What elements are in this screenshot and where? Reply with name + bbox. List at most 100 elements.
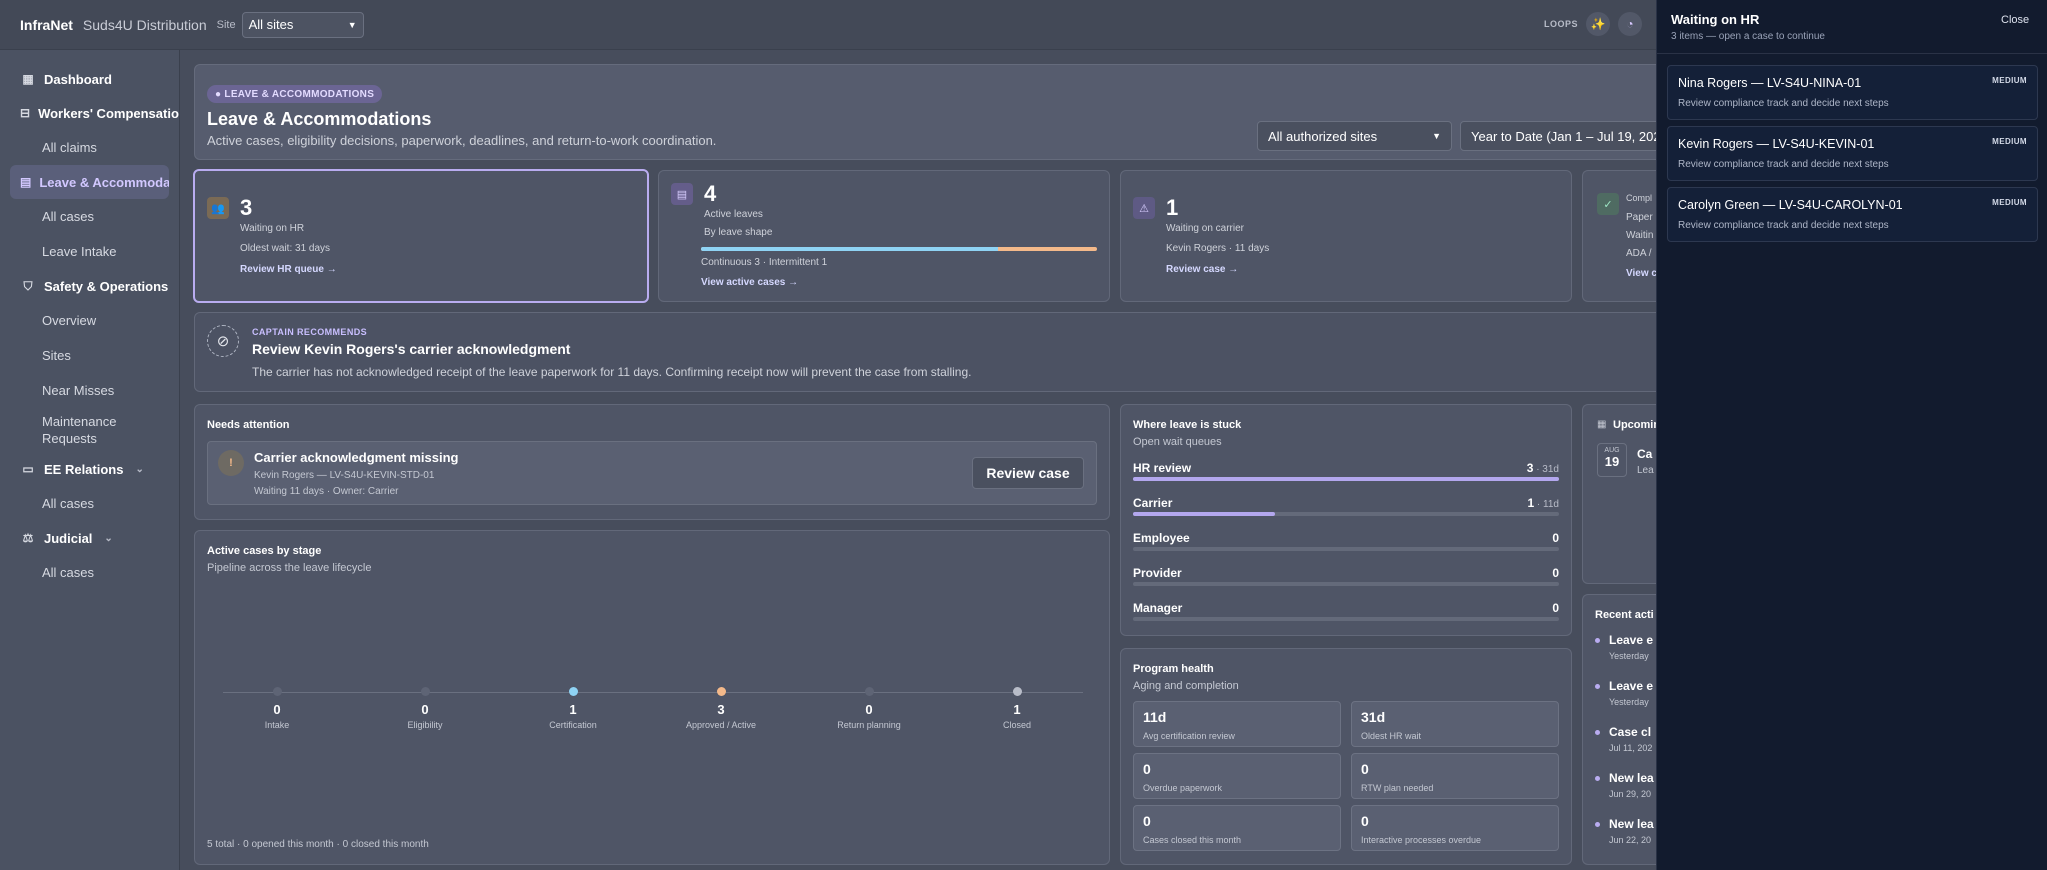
activity-dot — [1595, 638, 1600, 643]
priority-badge: MEDIUM — [1992, 76, 2027, 85]
kpi-card-waiting-on-hr[interactable]: 👥 3 Waiting on HR Oldest wait: 31 days R… — [193, 169, 649, 303]
kpi-detail: Waitin — [1626, 230, 1654, 241]
case-sub: Review compliance track and decide next … — [1678, 159, 1889, 170]
metric-label: RTW plan needed — [1361, 783, 1434, 793]
queue-row[interactable]: Provider 0 — [1133, 566, 1559, 586]
activity-dot — [1595, 822, 1600, 827]
kpi-detail: By leave shape — [704, 227, 773, 238]
pipeline-footer: 5 total · 0 opened this month · 0 closed… — [207, 839, 429, 850]
sidebar-item-judicial-all-cases[interactable]: All cases — [0, 555, 179, 590]
attention-item[interactable]: ! Carrier acknowledgment missing Kevin R… — [207, 441, 1097, 505]
section-title: Needs attention — [207, 419, 290, 431]
activity-item[interactable]: Case cl Jul 11, 202 — [1595, 725, 1662, 753]
stage-item: 3 Approved / Active — [671, 687, 771, 730]
kpi-detail: Paper — [1626, 212, 1653, 223]
book-icon: ▭ — [22, 462, 34, 476]
drawer-case-item[interactable]: Nina Rogers — LV-S4U-NINA-01 Review comp… — [1667, 65, 2038, 120]
review-case-button[interactable]: Review case — [972, 457, 1084, 489]
stage-dot — [716, 687, 726, 696]
health-metric: 11d Avg certification review — [1133, 701, 1341, 747]
stage-count: 1 — [569, 702, 577, 717]
divider — [1657, 53, 2047, 54]
metric-value: 11d — [1143, 709, 1167, 725]
stage-count: 0 — [273, 702, 281, 717]
stage-item: 1 Certification — [523, 687, 623, 730]
drawer-case-item[interactable]: Kevin Rogers — LV-S4U-KEVIN-01 Review co… — [1667, 126, 2038, 181]
stage-count: 3 — [717, 702, 725, 717]
upcoming-item-sub: Lea — [1637, 465, 1654, 476]
sidebar-item-safety-operations[interactable]: ⛉ Safety & Operations — [0, 269, 179, 303]
stage-item: 0 Eligibility — [375, 687, 475, 730]
activity-dot — [1595, 684, 1600, 689]
kpi-card-active-leaves[interactable]: ▤ 4 Active leaves By leave shape Continu… — [658, 170, 1110, 302]
sidebar-item-ee-relations[interactable]: ▭ EE Relations ⌄ — [0, 452, 179, 486]
sites-filter-value: All authorized sites — [1268, 128, 1378, 144]
metric-value: 31d — [1361, 709, 1386, 725]
view-compliance-link[interactable]: View c — [1626, 268, 1657, 279]
sidebar-item-ee-all-cases[interactable]: All cases — [0, 486, 179, 521]
metric-label: Oldest HR wait — [1361, 731, 1422, 741]
kpi-card-waiting-on-carrier[interactable]: ⚠ 1 Waiting on carrier Kevin Rogers · 11… — [1120, 170, 1572, 302]
queue-bar — [1133, 547, 1559, 551]
stage-label: Eligibility — [407, 720, 443, 730]
people-icon: 👥 — [207, 197, 229, 219]
drawer-case-item[interactable]: Carolyn Green — LV-S4U-CAROLYN-01 Review… — [1667, 187, 2038, 242]
queue-label: HR review — [1133, 461, 1192, 475]
activity-dot — [1595, 730, 1600, 735]
sparkle-icon[interactable]: ✨ — [1586, 12, 1610, 36]
sites-filter-select[interactable]: All authorized sites ▼ — [1257, 121, 1452, 151]
review-case-link[interactable]: Review case → — [1166, 264, 1238, 275]
sidebar-item-near-misses[interactable]: Near Misses — [0, 373, 179, 408]
queue-row[interactable]: HR review 3 · 31d — [1133, 461, 1559, 481]
sidebar-item-leave-intake[interactable]: Leave Intake — [0, 234, 179, 269]
clipboard-icon: ▤ — [671, 183, 693, 205]
attention-item-title: Carrier acknowledgment missing — [254, 450, 459, 465]
date-month: AUG — [1604, 447, 1620, 454]
queue-row[interactable]: Employee 0 — [1133, 531, 1559, 551]
activity-item[interactable]: Leave e Yesterday — [1595, 633, 1662, 661]
activity-item[interactable]: New lea Jun 29, 20 — [1595, 771, 1662, 799]
activity-date: Yesterday — [1609, 697, 1649, 707]
stage-item: 1 Closed — [967, 687, 1067, 730]
kpi-value: 4 — [704, 181, 717, 206]
activity-date: Yesterday — [1609, 651, 1649, 661]
timer-icon[interactable]: ◔ — [1618, 12, 1642, 36]
sidebar-item-workers-compensation[interactable]: ⊟ Workers' Compensation — [0, 96, 179, 130]
stage-label: Return planning — [837, 720, 901, 730]
stage-label: Approved / Active — [685, 720, 757, 730]
sidebar-item-all-claims[interactable]: All claims — [0, 130, 179, 165]
scales-icon: ⚖ — [22, 531, 34, 545]
kpi-card-compliance[interactable]: ✓ Compl Paper Waitin ADA / View c — [1582, 170, 1662, 302]
sidebar-item-judicial[interactable]: ⚖ Judicial ⌄ — [0, 521, 179, 555]
sidebar-item-maintenance-requests[interactable]: Maintenance Requests — [0, 408, 179, 452]
sidebar-item-label: Leave & Accommodations — [39, 174, 169, 190]
activity-item[interactable]: New lea Jun 22, 20 — [1595, 817, 1662, 845]
queue-bar — [1133, 617, 1559, 621]
kpi-detail: Oldest wait: 31 days — [240, 243, 331, 254]
sidebar-item-overview[interactable]: Overview — [0, 303, 179, 338]
queue-row[interactable]: Manager 0 — [1133, 601, 1559, 621]
upcoming-item-title[interactable]: Ca — [1637, 447, 1652, 461]
chevron-down-icon: ⌄ — [104, 532, 113, 544]
queue-row[interactable]: Carrier 1 · 11d — [1133, 496, 1559, 516]
kpi-label: Active leaves — [704, 209, 763, 220]
activity-dot — [1595, 776, 1600, 781]
close-button[interactable]: Close — [2001, 14, 2029, 26]
activity-item[interactable]: Leave e Yesterday — [1595, 679, 1662, 707]
check-circle-icon: ✓ — [1597, 193, 1619, 215]
pipeline-line — [223, 692, 1083, 693]
period-filter-select[interactable]: Year to Date (Jan 1 – Jul 19, 2026) — [1460, 121, 1665, 151]
kpi-detail: Kevin Rogers · 11 days — [1166, 243, 1270, 254]
queue-label: Manager — [1133, 601, 1183, 615]
sidebar-item-sites[interactable]: Sites — [0, 338, 179, 373]
chevron-down-icon: ▼ — [1432, 131, 1441, 141]
sidebar-item-leave-accommodations[interactable]: ▤ Leave & Accommodations — [10, 165, 169, 199]
site-select[interactable]: All sites ▼ — [241, 11, 364, 38]
loops-label: LOOPS — [1544, 19, 1579, 29]
sidebar-item-dashboard[interactable]: ▦ Dashboard — [0, 62, 179, 96]
review-hr-queue-link[interactable]: Review HR queue → — [240, 264, 337, 275]
stage-item: 0 Return planning — [819, 687, 919, 730]
section-subtitle: Aging and completion — [1133, 680, 1239, 692]
view-active-cases-link[interactable]: View active cases → — [701, 277, 798, 288]
sidebar-item-all-cases[interactable]: All cases — [0, 199, 179, 234]
